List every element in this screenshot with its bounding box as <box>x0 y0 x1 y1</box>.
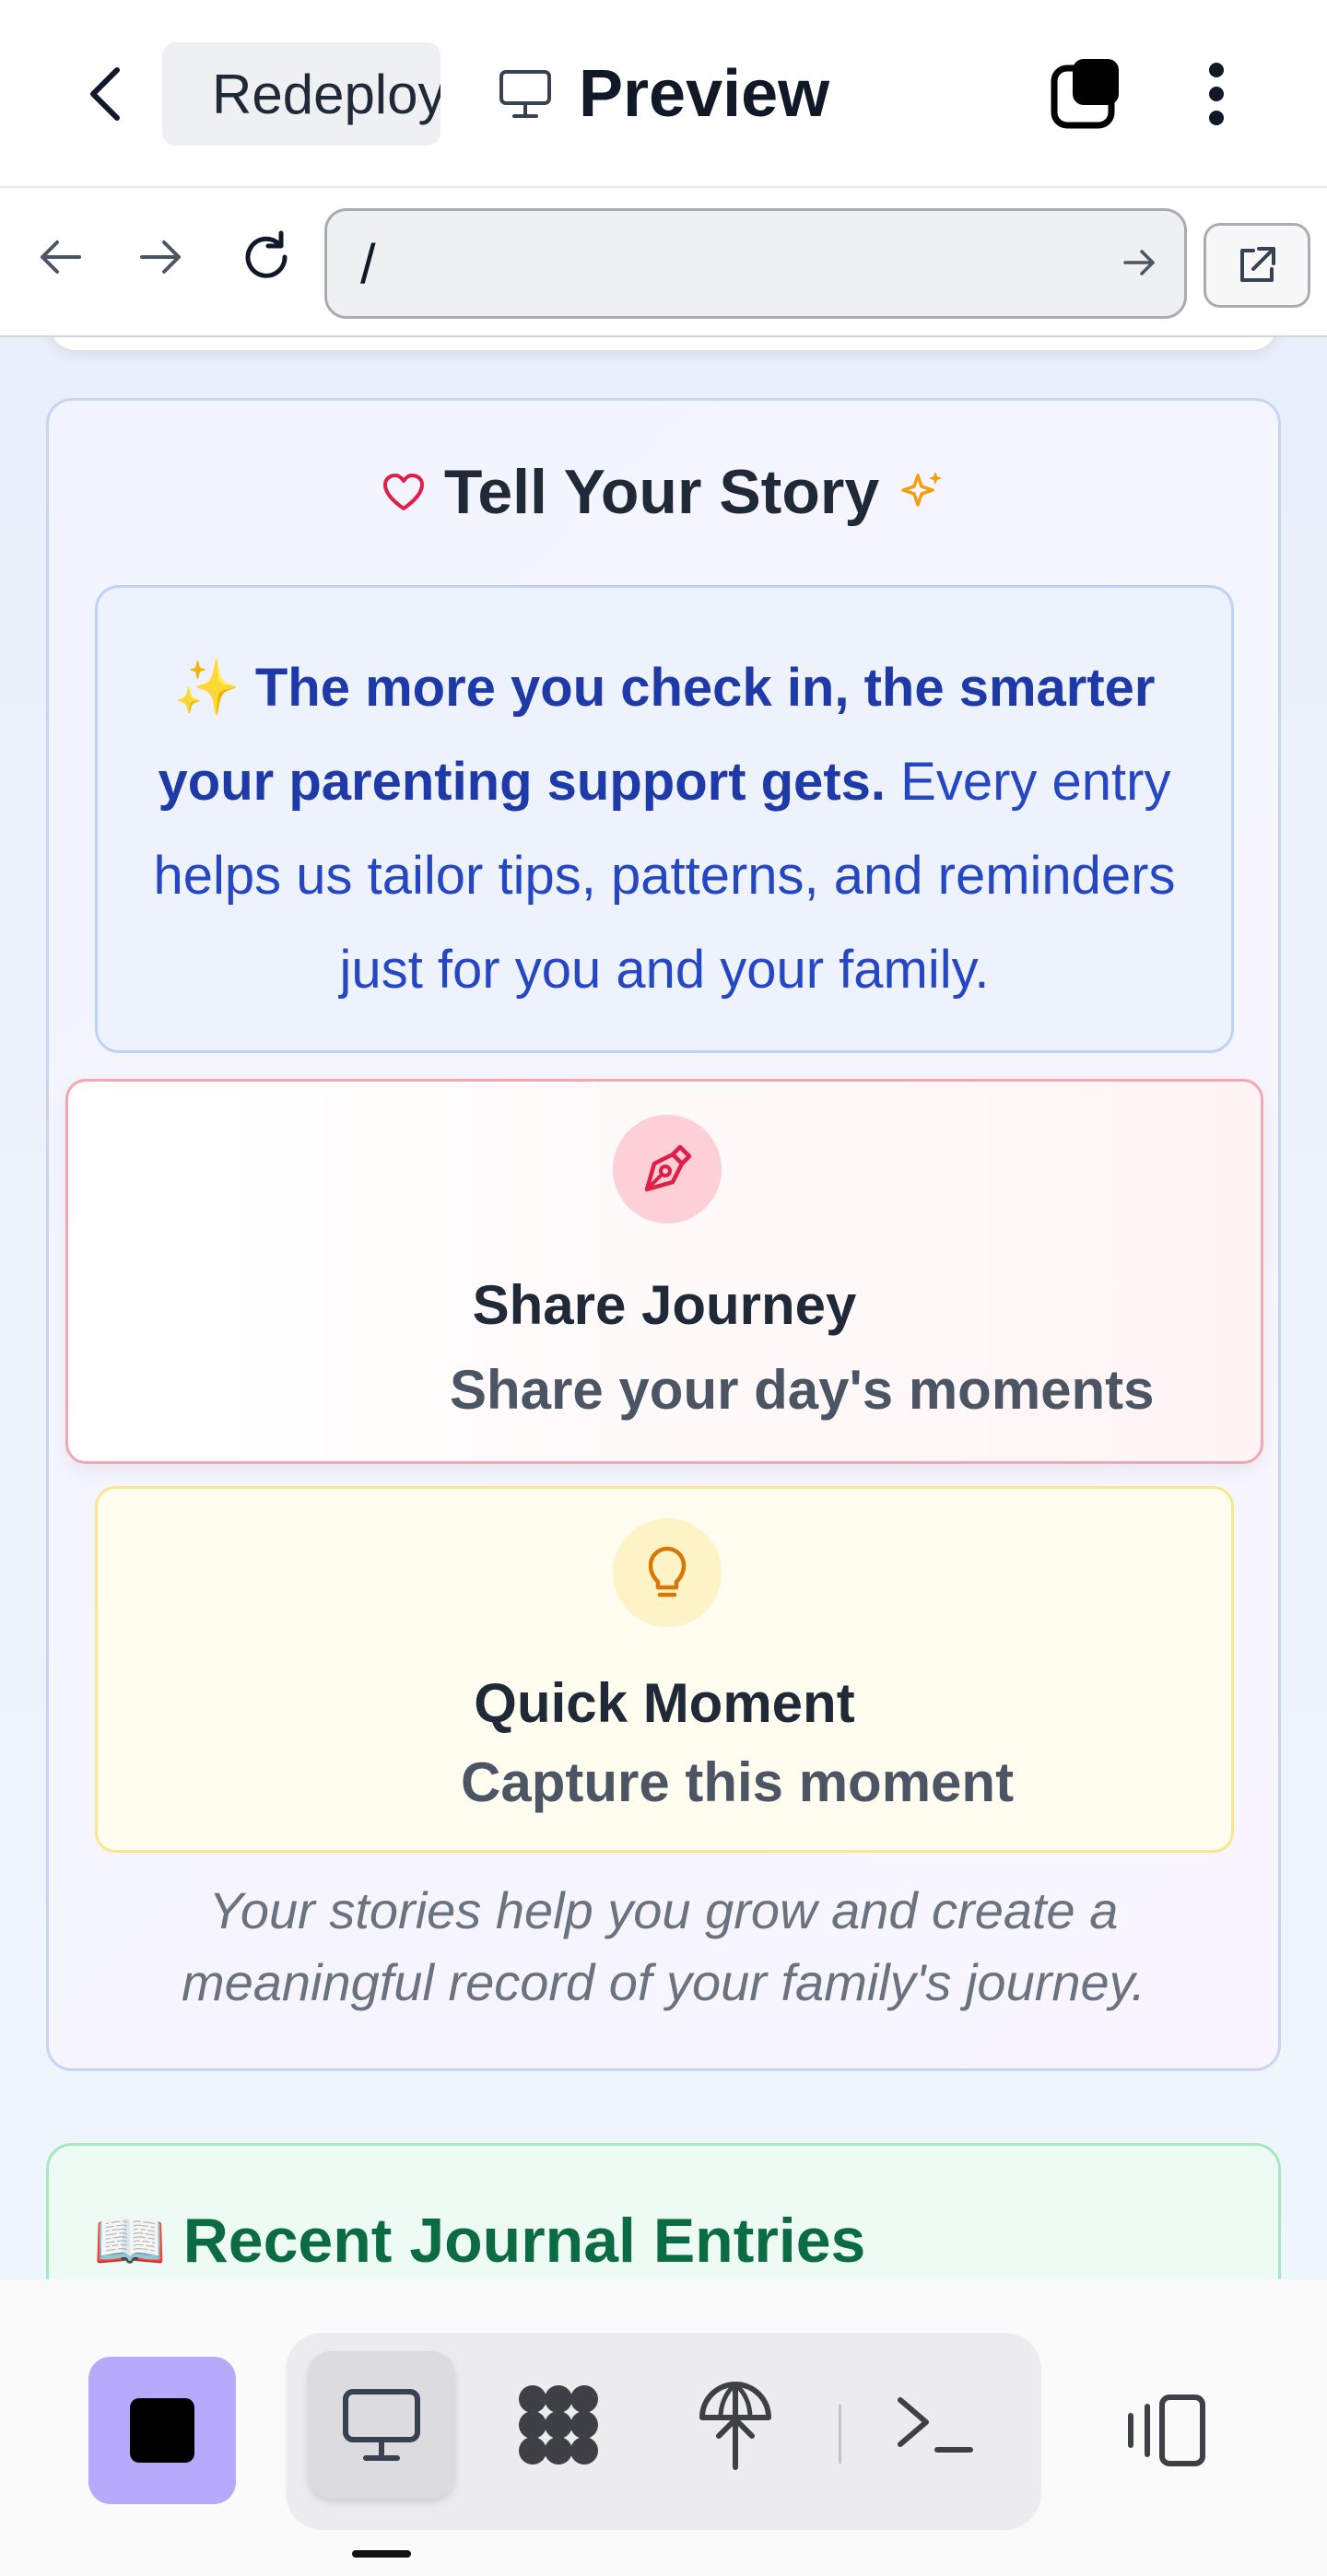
tabs-square-icon <box>1051 59 1119 129</box>
toolbar-divider <box>839 2405 841 2464</box>
journal-title: Recent Journal Entries <box>182 2206 866 2276</box>
deploy-button[interactable] <box>662 2351 809 2499</box>
pen-icon-circle <box>613 1115 722 1224</box>
tool-group <box>286 2333 1041 2530</box>
preview-tool-button[interactable] <box>308 2351 455 2499</box>
top-app-bar: Redeploy Preview <box>0 0 1327 188</box>
reload-icon <box>245 230 288 278</box>
devices-icon <box>1128 2395 1205 2466</box>
bottom-toolbar <box>0 2279 1327 2576</box>
quick-moment-subtitle: Capture this moment <box>461 1751 1015 1813</box>
address-bar: / <box>0 188 1327 337</box>
terminal-icon <box>898 2397 973 2453</box>
url-value: / <box>360 232 376 295</box>
home-indicator <box>352 2550 411 2558</box>
recent-journal-card: 📖 Recent Journal Entries <box>46 2143 1281 2279</box>
preview-tab[interactable]: Preview <box>498 46 829 142</box>
stop-icon <box>130 2398 194 2463</box>
arrow-right-icon <box>140 240 181 274</box>
kebab-menu-icon[interactable] <box>1189 55 1244 133</box>
heart-icon <box>382 474 424 510</box>
tell-your-story-card: Tell Your Story ✨ The more you check in,… <box>46 398 1281 2071</box>
previous-card <box>50 337 1277 350</box>
story-heading: Tell Your Story <box>49 456 1278 528</box>
lightbulb-icon-circle <box>613 1518 722 1627</box>
story-footer-text: Your stories help you grow and create a … <box>181 1881 1146 2011</box>
nav-forward-button[interactable] <box>129 225 194 289</box>
stop-button[interactable] <box>88 2357 236 2504</box>
nav-back-button[interactable] <box>28 225 92 289</box>
share-journey-subtitle: Share your day's moments <box>450 1359 1155 1421</box>
preview-tab-label: Preview <box>579 57 830 131</box>
pen-tool-icon <box>644 1144 692 1192</box>
monitor-icon <box>499 70 551 118</box>
story-title: Tell Your Story <box>443 457 880 527</box>
open-external-button[interactable] <box>1204 223 1310 308</box>
back-button[interactable] <box>72 57 136 131</box>
chevron-left-icon <box>90 67 120 121</box>
url-input[interactable]: / <box>324 208 1187 319</box>
repl-tab[interactable]: Redeploy <box>162 42 440 146</box>
arrow-left-icon <box>41 240 81 274</box>
book-icon: 📖 <box>93 2207 167 2274</box>
external-link-icon <box>1240 247 1275 282</box>
preview-content: Tell Your Story ✨ The more you check in,… <box>0 337 1327 2279</box>
workflow-icon <box>519 2385 598 2465</box>
quick-moment-title: Quick Moment <box>474 1672 855 1734</box>
monitor-icon <box>343 2389 420 2461</box>
deploy-icon <box>699 2382 771 2470</box>
journal-heading: 📖 Recent Journal Entries <box>93 2205 865 2277</box>
reload-button[interactable] <box>234 225 299 289</box>
sparkles-emoji: ✨ <box>173 658 241 718</box>
share-journey-button[interactable]: Share Journey Share your day's moments <box>65 1079 1263 1464</box>
lightbulb-icon <box>648 1546 687 1598</box>
share-journey-title: Share Journey <box>472 1274 857 1336</box>
info-callout: ✨ The more you check in, the smarter you… <box>95 585 1234 1053</box>
repl-tab-label: Redeploy <box>212 63 440 125</box>
sparkles-icon <box>901 472 943 507</box>
tabs-button[interactable] <box>1047 55 1124 133</box>
workflows-button[interactable] <box>485 2351 632 2499</box>
devices-button[interactable] <box>1097 2357 1235 2504</box>
quick-moment-button[interactable]: Quick Moment Capture this moment <box>95 1486 1234 1853</box>
go-arrow-icon[interactable] <box>1121 246 1158 279</box>
shell-button[interactable] <box>861 2351 1008 2499</box>
